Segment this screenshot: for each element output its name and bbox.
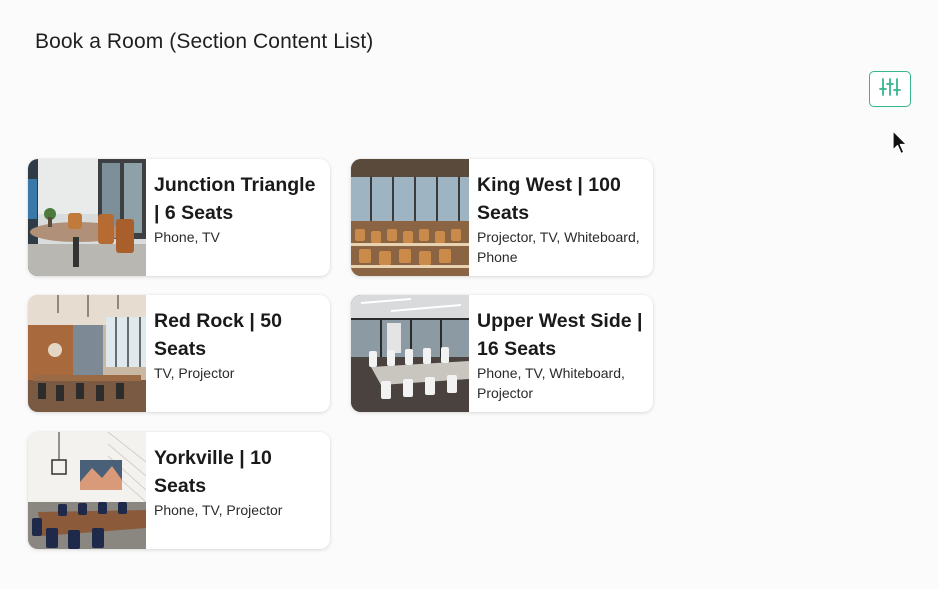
room-photo	[28, 159, 146, 276]
room-card-upper-west-side[interactable]: Upper West Side | 16 Seats Phone, TV, Wh…	[351, 295, 653, 412]
room-title: King West | 100 Seats	[477, 174, 621, 224]
room-amenities: Phone, TV, Projector	[154, 502, 283, 518]
room-card-king-west[interactable]: King West | 100 Seats Projector, TV, Whi…	[351, 159, 653, 276]
room-title: Junction Triangle | 6 Seats	[154, 174, 316, 224]
room-amenities: Projector, TV, Whiteboard, Phone	[477, 229, 640, 265]
mouse-cursor-icon	[892, 130, 908, 156]
room-photo	[351, 295, 469, 412]
room-card-junction-triangle[interactable]: Junction Triangle | 6 Seats Phone, TV	[28, 159, 330, 276]
room-photo	[351, 159, 469, 276]
sliders-icon	[879, 77, 901, 102]
room-card-red-rock[interactable]: Red Rock | 50 Seats TV, Projector	[28, 295, 330, 412]
page-title: Book a Room (Section Content List)	[35, 30, 374, 53]
room-amenities: TV, Projector	[154, 365, 235, 381]
filter-button[interactable]	[869, 71, 911, 107]
room-title: Yorkville | 10 Seats	[154, 447, 272, 497]
room-amenities: Phone, TV, Whiteboard, Projector	[477, 365, 625, 401]
room-card-yorkville[interactable]: Yorkville | 10 Seats Phone, TV, Projecto…	[28, 432, 330, 549]
room-photo	[28, 432, 146, 549]
room-amenities: Phone, TV	[154, 229, 220, 245]
room-photo	[28, 295, 146, 412]
room-title: Red Rock | 50 Seats	[154, 310, 282, 360]
room-title: Upper West Side | 16 Seats	[477, 310, 643, 360]
